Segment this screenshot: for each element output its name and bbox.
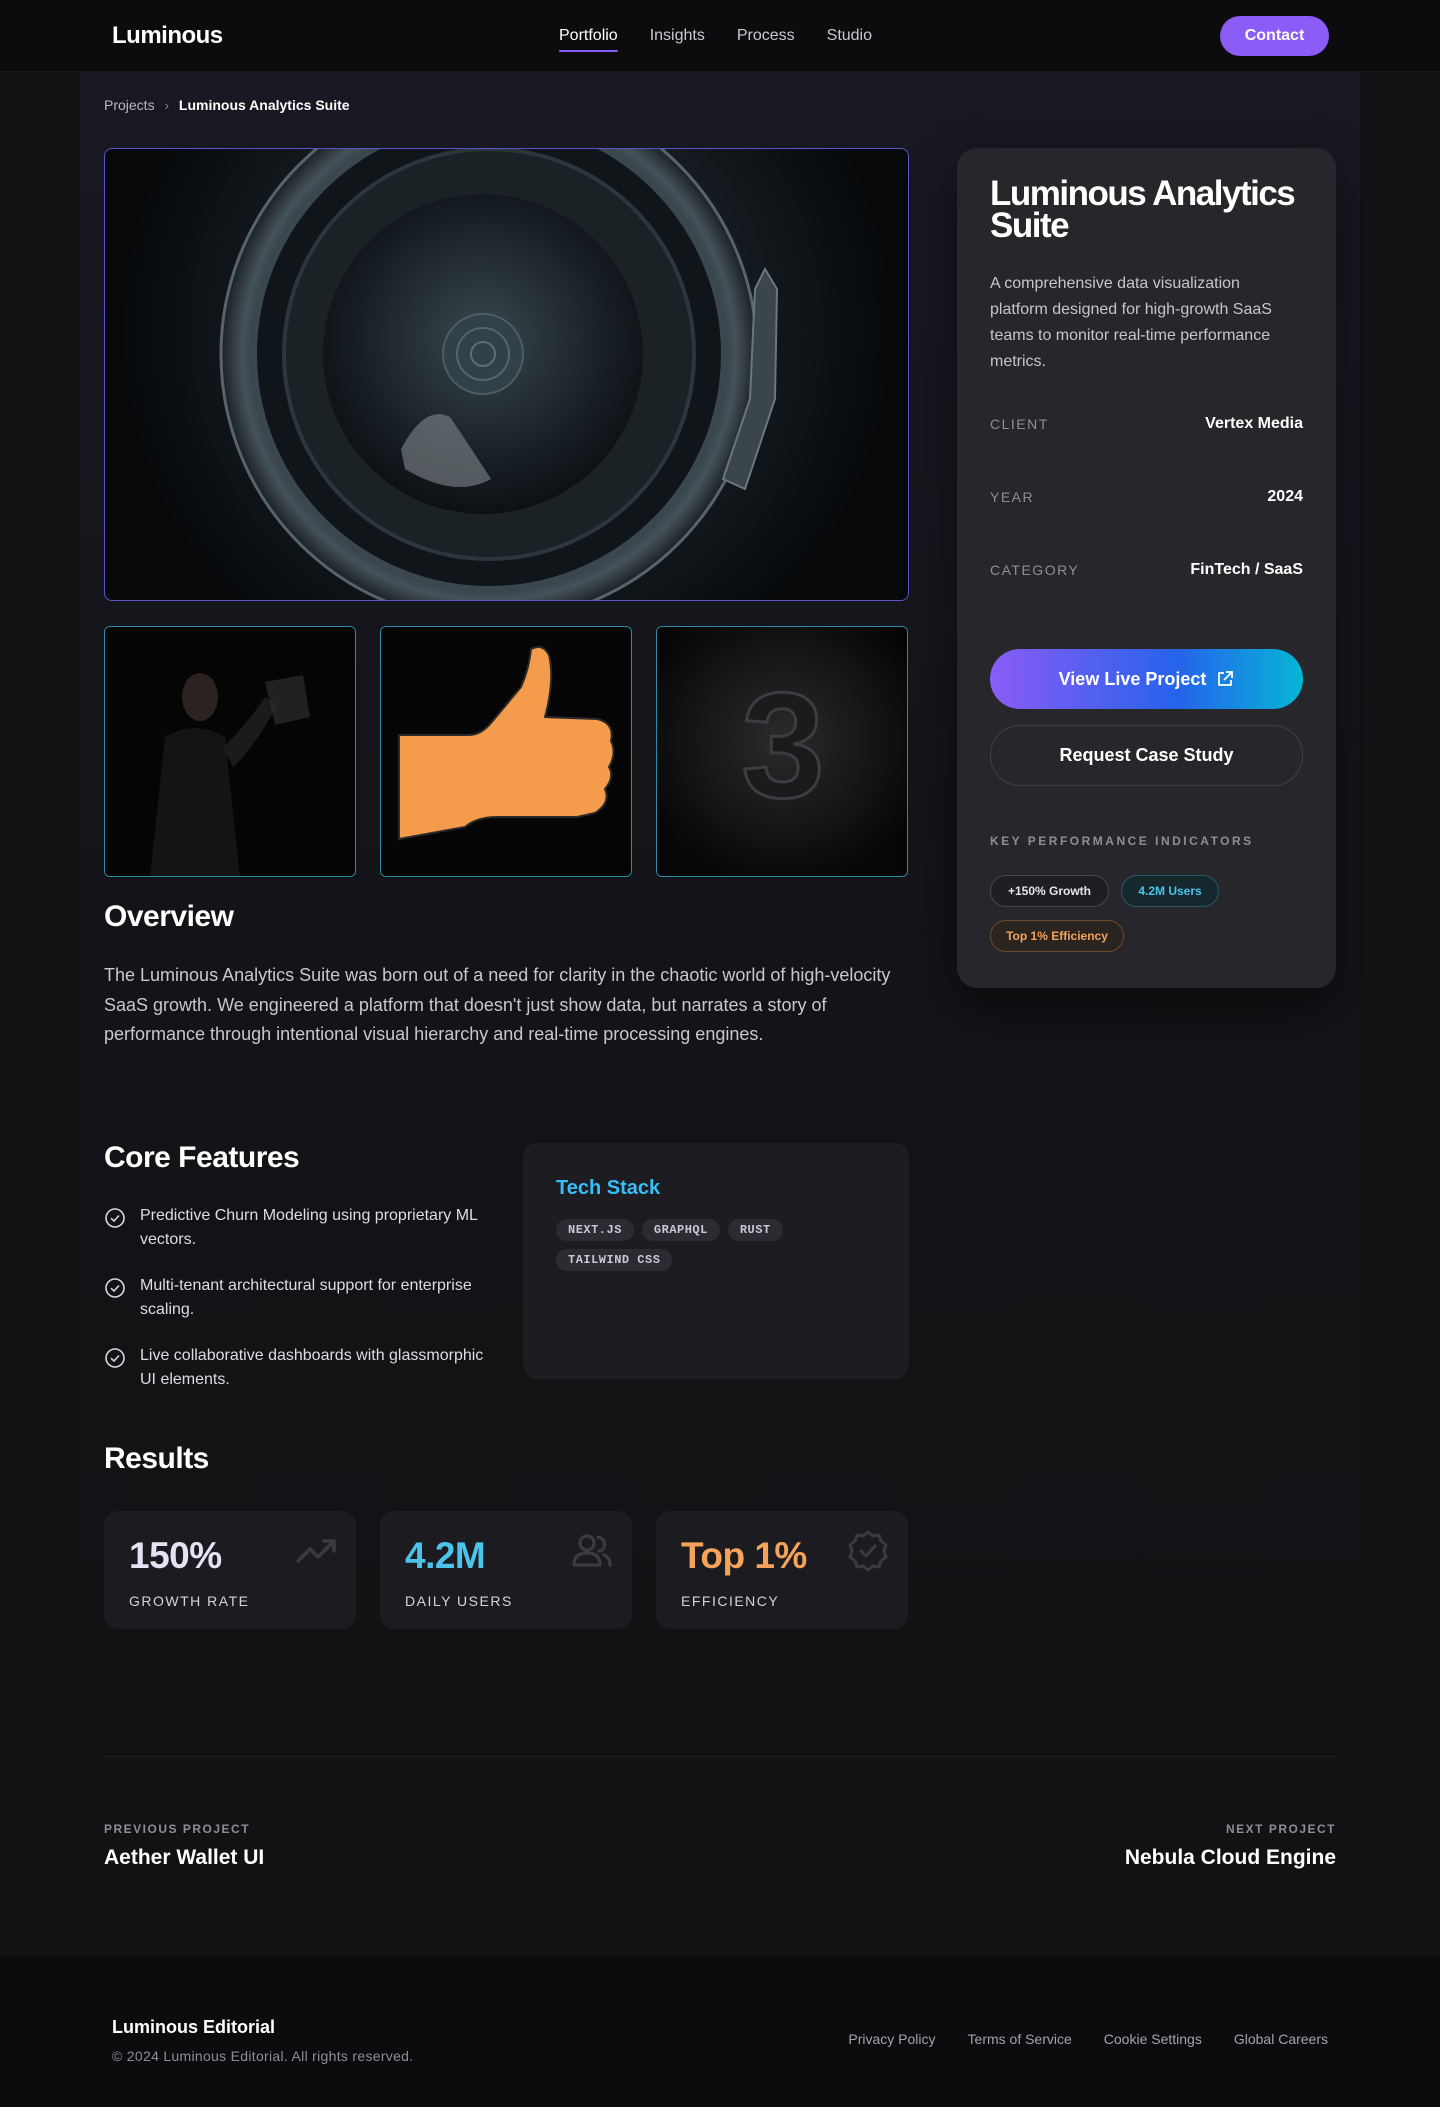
footer: Luminous Editorial © 2024 Luminous Edito… bbox=[0, 1955, 1440, 2107]
check-circle-icon bbox=[105, 1278, 125, 1298]
stat-card-efficiency: Top 1% EFFICIENCY bbox=[656, 1511, 908, 1629]
number-3-image: 3 bbox=[657, 627, 907, 876]
tech-stack-title: Tech Stack bbox=[556, 1177, 661, 1199]
kpi-chip-users: 4.2M Users bbox=[1121, 875, 1219, 907]
breadcrumb-projects-link[interactable]: Projects bbox=[104, 97, 155, 113]
project-description: A comprehensive data visualization platf… bbox=[990, 275, 1272, 370]
meta-key: YEAR bbox=[990, 489, 1035, 505]
view-live-project-label: View Live Project bbox=[1058, 668, 1207, 689]
previous-project-label: PREVIOUS PROJECT bbox=[104, 1822, 251, 1836]
breadcrumb-separator-icon: › bbox=[164, 97, 169, 113]
footer-link-terms[interactable]: Terms of Service bbox=[968, 2031, 1072, 2047]
stat-value: 4.2M bbox=[405, 1535, 486, 1576]
stat-card-growth: 150% GROWTH RATE bbox=[104, 1511, 356, 1629]
footer-copyright: © 2024 Luminous Editorial. All rights re… bbox=[112, 2048, 414, 2064]
feature-text: Predictive Churn Modeling using propriet… bbox=[140, 1207, 478, 1248]
hero-image[interactable] bbox=[104, 148, 909, 601]
gallery-thumb-1[interactable] bbox=[104, 626, 356, 877]
nav-links: Portfolio Insights Process Studio bbox=[559, 0, 872, 72]
meta-key: CLIENT bbox=[990, 416, 1049, 432]
feature-text: Multi-tenant architectural support for e… bbox=[140, 1277, 472, 1318]
feature-item: Multi-tenant architectural support for e… bbox=[104, 1274, 484, 1322]
users-icon bbox=[572, 1534, 612, 1567]
kpi-title: KEY PERFORMANCE INDICATORS bbox=[990, 834, 1254, 848]
meta-key: CATEGORY bbox=[990, 562, 1080, 578]
feature-text: Live collaborative dashboards with glass… bbox=[140, 1347, 484, 1388]
overview-text: The Luminous Analytics Suite was born ou… bbox=[104, 965, 891, 1044]
nav-link-insights[interactable]: Insights bbox=[650, 23, 705, 49]
footer-link-privacy[interactable]: Privacy Policy bbox=[848, 2031, 935, 2047]
footer-link-careers[interactable]: Global Careers bbox=[1234, 2031, 1328, 2047]
check-circle-icon bbox=[105, 1348, 125, 1368]
stat-value: Top 1% bbox=[681, 1535, 807, 1576]
meta-row-category: CATEGORY FinTech / SaaS bbox=[990, 561, 1303, 579]
speaker-porthole-image bbox=[219, 149, 779, 600]
nav-link-portfolio[interactable]: Portfolio bbox=[559, 23, 618, 52]
svg-text:3: 3 bbox=[741, 661, 824, 829]
check-circle-icon bbox=[105, 1208, 125, 1228]
project-title: Luminous Analytics Suite bbox=[990, 174, 1296, 245]
gallery-thumb-2[interactable] bbox=[380, 626, 632, 877]
tech-chip: NEXT.JS bbox=[556, 1219, 634, 1241]
tech-chip: RUST bbox=[727, 1219, 783, 1241]
meta-value: Vertex Media bbox=[1205, 415, 1303, 432]
stat-value: 150% bbox=[129, 1535, 222, 1576]
core-features-heading: Core Features bbox=[104, 1141, 300, 1174]
external-link-icon bbox=[1218, 671, 1234, 686]
tech-stack-card: Tech Stack NEXT.JS GRAPHQL RUST TAILWIND… bbox=[523, 1143, 909, 1379]
footer-link-cookies[interactable]: Cookie Settings bbox=[1104, 2031, 1202, 2047]
feature-item: Predictive Churn Modeling using propriet… bbox=[104, 1204, 484, 1252]
contact-button[interactable]: Contact bbox=[1220, 16, 1329, 56]
thumbs-up-image bbox=[381, 627, 631, 876]
man-holding-object-image bbox=[105, 627, 355, 876]
gallery-thumb-3[interactable]: 3 bbox=[656, 626, 908, 877]
kpi-chip-efficiency: Top 1% Efficiency bbox=[990, 920, 1124, 952]
tech-chips: NEXT.JS GRAPHQL RUST TAILWIND CSS bbox=[556, 1219, 856, 1271]
kpi-chip-growth: +150% Growth bbox=[990, 875, 1109, 907]
stat-label: EFFICIENCY bbox=[681, 1593, 780, 1609]
footer-links: Privacy Policy Terms of Service Cookie S… bbox=[848, 2031, 1328, 2047]
trending-up-icon bbox=[296, 1539, 336, 1563]
next-project-link[interactable]: Nebula Cloud Engine bbox=[1125, 1846, 1336, 1870]
next-project-label: NEXT PROJECT bbox=[1225, 1822, 1336, 1836]
breadcrumb: Projects › Luminous Analytics Suite bbox=[104, 97, 350, 113]
meta-row-year: YEAR 2024 bbox=[990, 488, 1303, 506]
project-info-card: Luminous Analytics Suite A comprehensive… bbox=[957, 148, 1336, 988]
section-divider bbox=[104, 1756, 1336, 1757]
top-navbar: Luminous Portfolio Insights Process Stud… bbox=[0, 0, 1440, 72]
verified-badge-icon bbox=[848, 1530, 888, 1572]
footer-brand: Luminous Editorial bbox=[112, 2017, 276, 2037]
view-live-project-button[interactable]: View Live Project bbox=[990, 649, 1303, 709]
tech-chip: TAILWIND CSS bbox=[556, 1249, 673, 1271]
meta-value: 2024 bbox=[1267, 488, 1303, 505]
features-list: Predictive Churn Modeling using propriet… bbox=[104, 1204, 484, 1414]
stat-label: GROWTH RATE bbox=[129, 1593, 250, 1609]
results-heading: Results bbox=[104, 1442, 209, 1475]
breadcrumb-current: Luminous Analytics Suite bbox=[178, 97, 350, 113]
overview-heading: Overview bbox=[104, 900, 234, 933]
nav-link-process[interactable]: Process bbox=[737, 23, 795, 49]
request-case-study-button[interactable]: Request Case Study bbox=[990, 725, 1303, 786]
stat-card-users: 4.2M DAILY USERS bbox=[380, 1511, 632, 1629]
nav-link-studio[interactable]: Studio bbox=[827, 23, 872, 49]
tech-chip: GRAPHQL bbox=[641, 1219, 720, 1241]
previous-project-link[interactable]: Aether Wallet UI bbox=[104, 1846, 264, 1870]
meta-row-client: CLIENT Vertex Media bbox=[990, 415, 1303, 433]
brand-logo[interactable]: Luminous bbox=[112, 22, 223, 50]
feature-item: Live collaborative dashboards with glass… bbox=[104, 1344, 484, 1392]
stat-label: DAILY USERS bbox=[405, 1593, 513, 1609]
meta-value: FinTech / SaaS bbox=[1190, 561, 1303, 578]
